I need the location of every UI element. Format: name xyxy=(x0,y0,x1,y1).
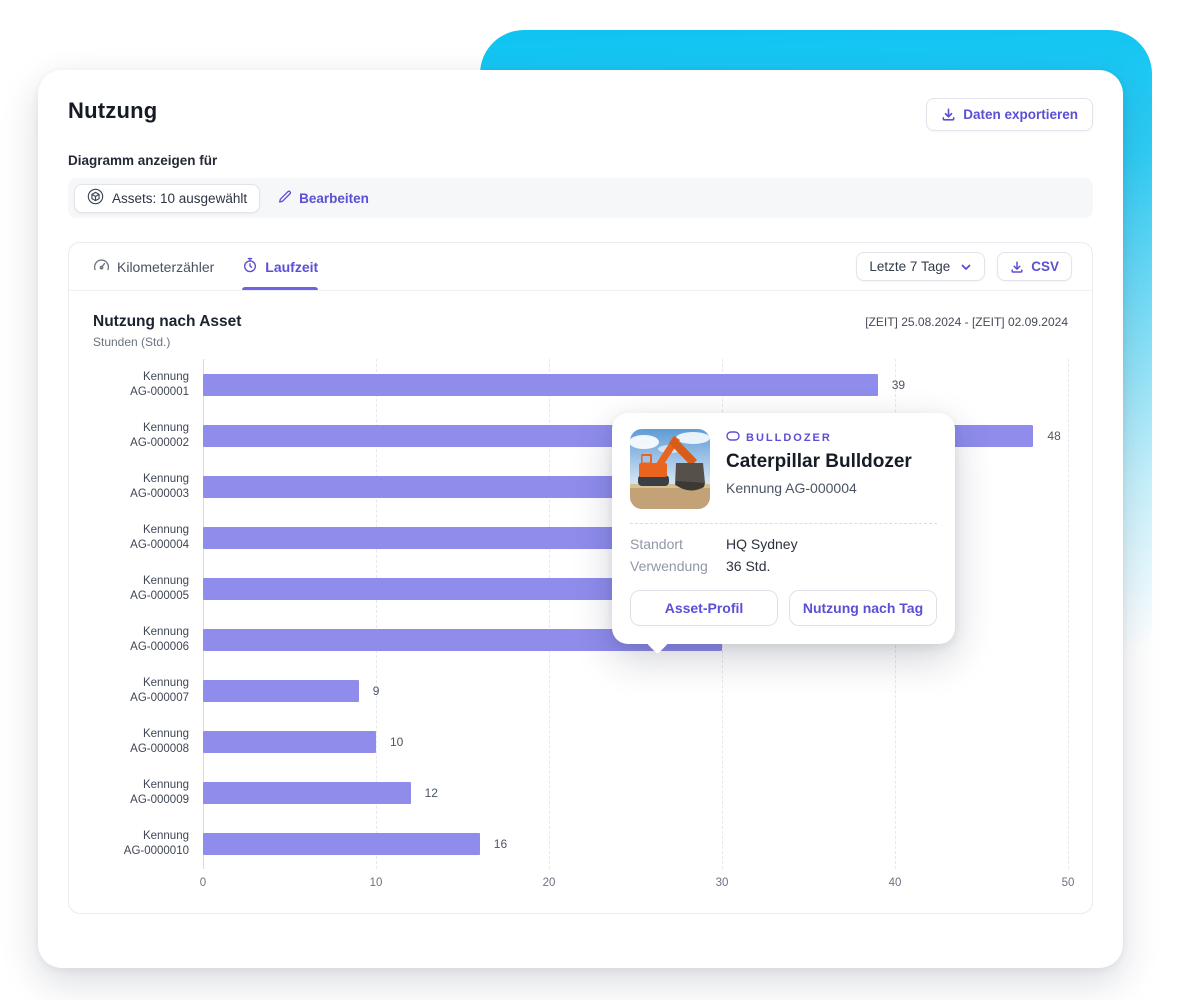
filter-section-label: Diagramm anzeigen für xyxy=(68,153,1093,168)
bar-category-label: KennungAG-000001 xyxy=(93,370,189,400)
chevron-down-icon xyxy=(960,261,972,273)
chart-unit-label: Stunden (Std.) xyxy=(93,335,241,349)
chart-title: Nutzung nach Asset xyxy=(93,313,241,331)
bar-track: 16 xyxy=(203,818,1068,869)
download-icon xyxy=(941,107,956,122)
asset-type-badge: BULLDOZER xyxy=(726,431,912,444)
bar-value-label: 12 xyxy=(425,786,438,800)
assets-filter-chip[interactable]: Assets: 10 ausgewählt xyxy=(74,184,260,213)
stopwatch-icon xyxy=(242,257,258,276)
bar-category-label: KennungAG-000005 xyxy=(93,574,189,604)
odometer-icon xyxy=(93,257,110,277)
usage-by-day-button[interactable]: Nutzung nach Tag xyxy=(789,590,937,626)
bar-value-label: 10 xyxy=(390,735,403,749)
csv-export-button[interactable]: CSV xyxy=(997,252,1072,281)
tooltip-field-usage: Verwendung 36 Std. xyxy=(630,558,937,574)
usage-panel: Nutzung Daten exportieren Diagramm anzei… xyxy=(38,70,1123,968)
bar-value-label: 9 xyxy=(373,684,380,698)
bar[interactable] xyxy=(203,782,411,804)
asset-tooltip: BULLDOZER Caterpillar Bulldozer Kennung … xyxy=(612,413,955,644)
bar-category-label: KennungAG-000002 xyxy=(93,421,189,451)
bar-value-label: 48 xyxy=(1047,429,1060,443)
tag-icon xyxy=(726,431,740,444)
bar[interactable] xyxy=(203,680,359,702)
chart-row: KennungAG-000001 39 xyxy=(93,359,1068,410)
asset-name: Caterpillar Bulldozer xyxy=(726,451,912,473)
bar[interactable] xyxy=(203,833,480,855)
assets-chip-label: Assets: 10 ausgewählt xyxy=(112,191,247,206)
bar-category-label: KennungAG-000009 xyxy=(93,778,189,808)
filter-row: Assets: 10 ausgewählt Bearbeiten xyxy=(68,178,1093,218)
asset-photo xyxy=(630,429,710,509)
bar-category-label: KennungAG-000006 xyxy=(93,625,189,655)
bar-track: 9 xyxy=(203,665,1068,716)
bar-track: 12 xyxy=(203,767,1068,818)
x-tick-label: 10 xyxy=(370,877,383,889)
bar-category-label: KennungAG-000004 xyxy=(93,523,189,553)
tooltip-field-location: Standort HQ Sydney xyxy=(630,536,937,552)
chart-date-range: [ZEIT] 25.08.2024 - [ZEIT] 02.09.2024 xyxy=(865,315,1068,329)
cube-icon xyxy=(87,188,104,208)
bar-track: 39 xyxy=(203,359,1068,410)
x-tick-label: 30 xyxy=(716,877,729,889)
tab-runtime[interactable]: Laufzeit xyxy=(242,243,318,290)
x-tick-label: 20 xyxy=(543,877,556,889)
gridline xyxy=(1068,359,1069,869)
chart-row: KennungAG-000008 10 xyxy=(93,716,1068,767)
chart-row: KennungAG-000007 9 xyxy=(93,665,1068,716)
x-tick-label: 0 xyxy=(200,877,206,889)
tab-odometer[interactable]: Kilometerzähler xyxy=(93,243,214,290)
bar-category-label: KennungAG-0000010 xyxy=(93,829,189,859)
date-range-select[interactable]: Letzte 7 Tage xyxy=(856,252,985,281)
chart-row: KennungAG-0000010 16 xyxy=(93,818,1068,869)
asset-id: Kennung AG-000004 xyxy=(726,480,912,496)
asset-profile-button[interactable]: Asset-Profil xyxy=(630,590,778,626)
bar-value-label: 39 xyxy=(892,378,905,392)
edit-assets-link[interactable]: Bearbeiten xyxy=(278,190,369,207)
x-tick-label: 40 xyxy=(889,877,902,889)
download-icon xyxy=(1010,260,1024,274)
bar[interactable] xyxy=(203,374,878,396)
tooltip-divider xyxy=(630,523,937,524)
export-data-button[interactable]: Daten exportieren xyxy=(926,98,1093,131)
bar-value-label: 16 xyxy=(494,837,507,851)
bar-category-label: KennungAG-000003 xyxy=(93,472,189,502)
page-title: Nutzung xyxy=(68,98,157,124)
x-axis: 01020304050 xyxy=(203,869,1068,895)
pencil-icon xyxy=(278,190,292,207)
bar-category-label: KennungAG-000007 xyxy=(93,676,189,706)
page: Nutzung Daten exportieren Diagramm anzei… xyxy=(0,0,1200,1000)
bar-track: 10 xyxy=(203,716,1068,767)
bar-category-label: KennungAG-000008 xyxy=(93,727,189,757)
chart-tabs: Kilometerzähler Laufzeit xyxy=(93,243,318,290)
chart-row: KennungAG-000009 12 xyxy=(93,767,1068,818)
bar[interactable] xyxy=(203,731,376,753)
x-tick-label: 50 xyxy=(1062,877,1075,889)
